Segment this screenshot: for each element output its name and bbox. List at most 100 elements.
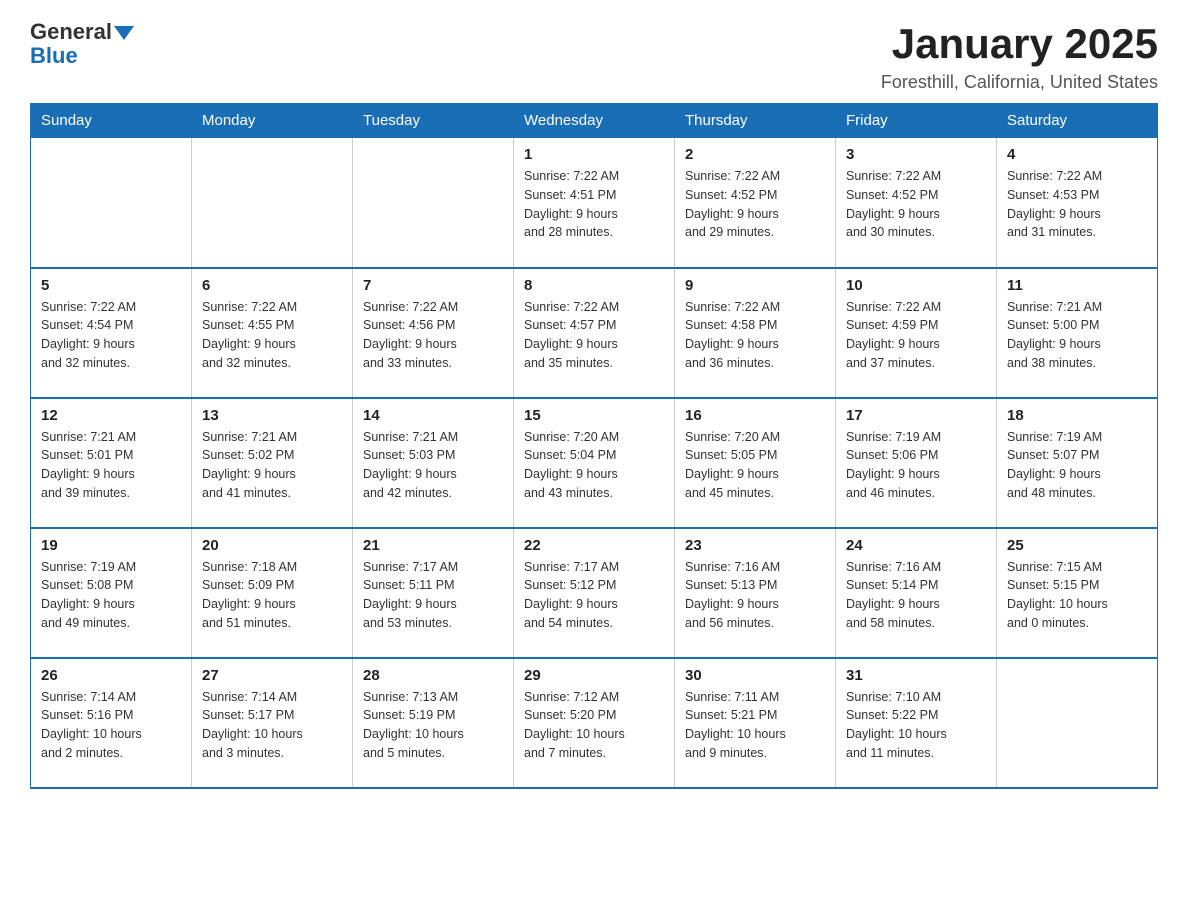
calendar-cell — [192, 138, 353, 268]
day-info: Sunrise: 7:22 AM Sunset: 4:56 PM Dayligh… — [363, 298, 503, 373]
column-header-saturday: Saturday — [997, 104, 1158, 138]
column-header-friday: Friday — [836, 104, 997, 138]
day-number: 31 — [846, 667, 986, 684]
day-number: 2 — [685, 146, 825, 163]
day-number: 12 — [41, 407, 181, 424]
day-info: Sunrise: 7:16 AM Sunset: 5:14 PM Dayligh… — [846, 558, 986, 633]
calendar-cell: 27 Sunrise: 7:14 AM Sunset: 5:17 PM Dayli… — [192, 658, 353, 788]
calendar-cell: 9 Sunrise: 7:22 AM Sunset: 4:58 PM Daylig… — [675, 268, 836, 398]
calendar-week-row: 5 Sunrise: 7:22 AM Sunset: 4:54 PM Daylig… — [31, 268, 1158, 398]
day-number: 15 — [524, 407, 664, 424]
day-info: Sunrise: 7:22 AM Sunset: 4:52 PM Dayligh… — [846, 167, 986, 242]
day-number: 13 — [202, 407, 342, 424]
day-number: 21 — [363, 537, 503, 554]
day-info: Sunrise: 7:10 AM Sunset: 5:22 PM Dayligh… — [846, 688, 986, 763]
day-info: Sunrise: 7:22 AM Sunset: 4:52 PM Dayligh… — [685, 167, 825, 242]
day-info: Sunrise: 7:14 AM Sunset: 5:17 PM Dayligh… — [202, 688, 342, 763]
day-info: Sunrise: 7:21 AM Sunset: 5:02 PM Dayligh… — [202, 428, 342, 503]
day-info: Sunrise: 7:13 AM Sunset: 5:19 PM Dayligh… — [363, 688, 503, 763]
day-number: 16 — [685, 407, 825, 424]
day-info: Sunrise: 7:20 AM Sunset: 5:04 PM Dayligh… — [524, 428, 664, 503]
calendar-week-row: 26 Sunrise: 7:14 AM Sunset: 5:16 PM Dayli… — [31, 658, 1158, 788]
calendar-cell: 7 Sunrise: 7:22 AM Sunset: 4:56 PM Daylig… — [353, 268, 514, 398]
calendar-cell: 21 Sunrise: 7:17 AM Sunset: 5:11 PM Dayli… — [353, 528, 514, 658]
calendar-cell: 29 Sunrise: 7:12 AM Sunset: 5:20 PM Dayli… — [514, 658, 675, 788]
day-number: 18 — [1007, 407, 1147, 424]
day-number: 7 — [363, 277, 503, 294]
calendar-cell: 3Sunrise: 7:22 AM Sunset: 4:52 PM Daylig… — [836, 138, 997, 268]
day-number: 11 — [1007, 277, 1147, 294]
calendar-cell: 25 Sunrise: 7:15 AM Sunset: 5:15 PM Dayli… — [997, 528, 1158, 658]
day-info: Sunrise: 7:12 AM Sunset: 5:20 PM Dayligh… — [524, 688, 664, 763]
day-number: 9 — [685, 277, 825, 294]
day-info: Sunrise: 7:19 AM Sunset: 5:07 PM Dayligh… — [1007, 428, 1147, 503]
day-info: Sunrise: 7:22 AM Sunset: 4:54 PM Dayligh… — [41, 298, 181, 373]
calendar-cell: 30 Sunrise: 7:11 AM Sunset: 5:21 PM Dayli… — [675, 658, 836, 788]
day-number: 25 — [1007, 537, 1147, 554]
day-number: 26 — [41, 667, 181, 684]
day-number: 23 — [685, 537, 825, 554]
logo-general-text: General — [30, 20, 112, 44]
calendar-table: SundayMondayTuesdayWednesdayThursdayFrid… — [30, 103, 1158, 789]
column-header-sunday: Sunday — [31, 104, 192, 138]
day-number: 30 — [685, 667, 825, 684]
calendar-cell: 1Sunrise: 7:22 AM Sunset: 4:51 PM Daylig… — [514, 138, 675, 268]
calendar-cell: 18 Sunrise: 7:19 AM Sunset: 5:07 PM Dayli… — [997, 398, 1158, 528]
calendar-cell: 4Sunrise: 7:22 AM Sunset: 4:53 PM Daylig… — [997, 138, 1158, 268]
day-number: 28 — [363, 667, 503, 684]
calendar-cell: 24Sunrise: 7:16 AM Sunset: 5:14 PM Dayli… — [836, 528, 997, 658]
calendar-cell — [31, 138, 192, 268]
day-number: 29 — [524, 667, 664, 684]
day-number: 14 — [363, 407, 503, 424]
day-info: Sunrise: 7:21 AM Sunset: 5:03 PM Dayligh… — [363, 428, 503, 503]
column-header-thursday: Thursday — [675, 104, 836, 138]
day-info: Sunrise: 7:22 AM Sunset: 4:59 PM Dayligh… — [846, 298, 986, 373]
calendar-cell: 6Sunrise: 7:22 AM Sunset: 4:55 PM Daylig… — [192, 268, 353, 398]
calendar-cell: 17 Sunrise: 7:19 AM Sunset: 5:06 PM Dayli… — [836, 398, 997, 528]
day-number: 10 — [846, 277, 986, 294]
calendar-header-row: SundayMondayTuesdayWednesdayThursdayFrid… — [31, 104, 1158, 138]
day-number: 20 — [202, 537, 342, 554]
day-number: 8 — [524, 277, 664, 294]
day-info: Sunrise: 7:22 AM Sunset: 4:57 PM Dayligh… — [524, 298, 664, 373]
calendar-cell: 11Sunrise: 7:21 AM Sunset: 5:00 PM Dayli… — [997, 268, 1158, 398]
day-number: 17 — [846, 407, 986, 424]
calendar-cell — [997, 658, 1158, 788]
calendar-cell: 22Sunrise: 7:17 AM Sunset: 5:12 PM Dayli… — [514, 528, 675, 658]
calendar-cell: 2 Sunrise: 7:22 AM Sunset: 4:52 PM Daylig… — [675, 138, 836, 268]
logo-triangle-icon — [114, 26, 134, 40]
day-number: 22 — [524, 537, 664, 554]
day-info: Sunrise: 7:21 AM Sunset: 5:01 PM Dayligh… — [41, 428, 181, 503]
calendar-cell: 5 Sunrise: 7:22 AM Sunset: 4:54 PM Daylig… — [31, 268, 192, 398]
month-title: January 2025 — [881, 20, 1158, 68]
title-section: January 2025 Foresthill, California, Uni… — [881, 20, 1158, 93]
calendar-cell: 13 Sunrise: 7:21 AM Sunset: 5:02 PM Dayli… — [192, 398, 353, 528]
column-header-tuesday: Tuesday — [353, 104, 514, 138]
day-info: Sunrise: 7:22 AM Sunset: 4:51 PM Dayligh… — [524, 167, 664, 242]
logo: General Blue — [30, 20, 134, 68]
calendar-cell: 19Sunrise: 7:19 AM Sunset: 5:08 PM Dayli… — [31, 528, 192, 658]
day-info: Sunrise: 7:17 AM Sunset: 5:11 PM Dayligh… — [363, 558, 503, 633]
calendar-cell: 16Sunrise: 7:20 AM Sunset: 5:05 PM Dayli… — [675, 398, 836, 528]
day-info: Sunrise: 7:11 AM Sunset: 5:21 PM Dayligh… — [685, 688, 825, 763]
location: Foresthill, California, United States — [881, 72, 1158, 93]
calendar-cell: 10 Sunrise: 7:22 AM Sunset: 4:59 PM Dayli… — [836, 268, 997, 398]
day-number: 5 — [41, 277, 181, 294]
day-info: Sunrise: 7:14 AM Sunset: 5:16 PM Dayligh… — [41, 688, 181, 763]
day-info: Sunrise: 7:15 AM Sunset: 5:15 PM Dayligh… — [1007, 558, 1147, 633]
calendar-cell: 31 Sunrise: 7:10 AM Sunset: 5:22 PM Dayli… — [836, 658, 997, 788]
day-number: 27 — [202, 667, 342, 684]
calendar-cell: 15 Sunrise: 7:20 AM Sunset: 5:04 PM Dayli… — [514, 398, 675, 528]
day-info: Sunrise: 7:22 AM Sunset: 4:58 PM Dayligh… — [685, 298, 825, 373]
logo-blue-text: Blue — [30, 43, 78, 68]
day-info: Sunrise: 7:19 AM Sunset: 5:08 PM Dayligh… — [41, 558, 181, 633]
calendar-cell: 20Sunrise: 7:18 AM Sunset: 5:09 PM Dayli… — [192, 528, 353, 658]
calendar-week-row: 12 Sunrise: 7:21 AM Sunset: 5:01 PM Dayli… — [31, 398, 1158, 528]
column-header-wednesday: Wednesday — [514, 104, 675, 138]
day-info: Sunrise: 7:22 AM Sunset: 4:55 PM Dayligh… — [202, 298, 342, 373]
day-info: Sunrise: 7:19 AM Sunset: 5:06 PM Dayligh… — [846, 428, 986, 503]
page-header: General Blue January 2025 Foresthill, Ca… — [30, 20, 1158, 93]
calendar-cell: 14 Sunrise: 7:21 AM Sunset: 5:03 PM Dayli… — [353, 398, 514, 528]
day-info: Sunrise: 7:22 AM Sunset: 4:53 PM Dayligh… — [1007, 167, 1147, 242]
calendar-cell: 26 Sunrise: 7:14 AM Sunset: 5:16 PM Dayli… — [31, 658, 192, 788]
